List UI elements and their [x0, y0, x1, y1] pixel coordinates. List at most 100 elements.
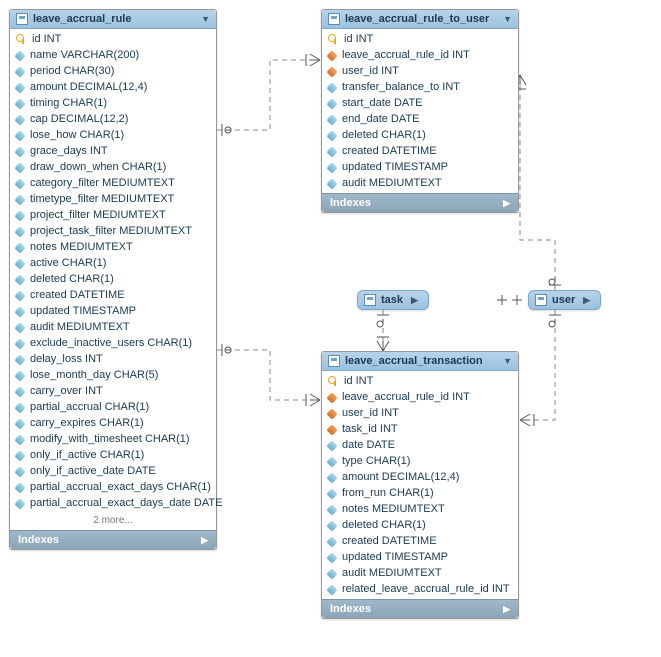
column[interactable]: created DATETIME [10, 287, 216, 303]
collapse-icon[interactable]: ▼ [503, 356, 512, 366]
collapse-icon[interactable]: ▼ [503, 14, 512, 24]
column[interactable]: start_date DATE [322, 95, 518, 111]
column[interactable]: task_id INT [322, 421, 518, 437]
table-title: user [552, 294, 575, 306]
table-title: leave_accrual_rule_to_user [345, 13, 489, 25]
column[interactable]: leave_accrual_rule_id INT [322, 389, 518, 405]
column[interactable]: exclude_inactive_users CHAR(1) [10, 335, 216, 351]
column[interactable]: type CHAR(1) [322, 453, 518, 469]
column[interactable]: updated TIMESTAMP [322, 159, 518, 175]
indexes-section[interactable]: Indexes ▶ [322, 599, 518, 618]
column[interactable]: name VARCHAR(200) [10, 47, 216, 63]
column[interactable]: partial_accrual_exact_days_date DATE [10, 495, 216, 511]
column[interactable]: from_run CHAR(1) [322, 485, 518, 501]
column[interactable]: deleted CHAR(1) [322, 127, 518, 143]
column-text: deleted CHAR(1) [342, 129, 426, 141]
column-text: audit MEDIUMTEXT [30, 321, 130, 333]
column-text: project_filter MEDIUMTEXT [30, 209, 166, 221]
column[interactable]: category_filter MEDIUMTEXT [10, 175, 216, 191]
column-icon [14, 354, 25, 365]
table-icon [328, 13, 340, 25]
column[interactable]: modify_with_timesheet CHAR(1) [10, 431, 216, 447]
column-text: end_date DATE [342, 113, 419, 125]
expand-icon[interactable]: ▶ [411, 295, 418, 306]
column-text: deleted CHAR(1) [342, 519, 426, 531]
column[interactable]: end_date DATE [322, 111, 518, 127]
column-icon [14, 290, 25, 301]
column[interactable]: transfer_balance_to INT [322, 79, 518, 95]
expand-icon: ▶ [201, 535, 208, 546]
column[interactable]: delay_loss INT [10, 351, 216, 367]
column-icon [14, 98, 25, 109]
indexes-section[interactable]: Indexes ▶ [322, 193, 518, 212]
column[interactable]: leave_accrual_rule_id INT [322, 47, 518, 63]
column[interactable]: partial_accrual CHAR(1) [10, 399, 216, 415]
column-text: transfer_balance_to INT [342, 81, 460, 93]
column[interactable]: created DATETIME [322, 143, 518, 159]
column-text: related_leave_accrual_rule_id INT [342, 583, 510, 595]
column-icon [326, 504, 337, 515]
collapse-icon[interactable]: ▼ [201, 14, 210, 24]
column[interactable]: user_id INT [322, 405, 518, 421]
column[interactable]: audit MEDIUMTEXT [322, 175, 518, 191]
column-text: timing CHAR(1) [30, 97, 107, 109]
table-header[interactable]: leave_accrual_rule ▼ [10, 10, 216, 29]
column[interactable]: amount DECIMAL(12,4) [322, 469, 518, 485]
column[interactable]: carry_over INT [10, 383, 216, 399]
column[interactable]: grace_days INT [10, 143, 216, 159]
column[interactable]: updated TIMESTAMP [10, 303, 216, 319]
column[interactable]: user_id INT [322, 63, 518, 79]
column[interactable]: cap DECIMAL(12,2) [10, 111, 216, 127]
table-user[interactable]: user ▶ [528, 290, 601, 310]
column[interactable]: updated TIMESTAMP [322, 549, 518, 565]
column[interactable]: lose_month_day CHAR(5) [10, 367, 216, 383]
column[interactable]: date DATE [322, 437, 518, 453]
foreign-key-icon [326, 424, 337, 435]
foreign-key-icon [326, 50, 337, 61]
column[interactable]: only_if_active_date DATE [10, 463, 216, 479]
column-text: deleted CHAR(1) [30, 273, 114, 285]
column-icon [14, 306, 25, 317]
column-icon [14, 322, 25, 333]
column[interactable]: deleted CHAR(1) [10, 271, 216, 287]
table-header[interactable]: leave_accrual_rule_to_user ▼ [322, 10, 518, 29]
column[interactable]: audit MEDIUMTEXT [10, 319, 216, 335]
column-text: from_run CHAR(1) [342, 487, 434, 499]
column[interactable]: id INT [322, 31, 518, 47]
column[interactable]: project_task_filter MEDIUMTEXT [10, 223, 216, 239]
column[interactable]: active CHAR(1) [10, 255, 216, 271]
column-icon [14, 82, 25, 93]
column[interactable]: only_if_active CHAR(1) [10, 447, 216, 463]
column[interactable]: timetype_filter MEDIUMTEXT [10, 191, 216, 207]
column[interactable]: notes MEDIUMTEXT [10, 239, 216, 255]
column[interactable]: carry_expires CHAR(1) [10, 415, 216, 431]
column[interactable]: related_leave_accrual_rule_id INT [322, 581, 518, 597]
column[interactable]: project_filter MEDIUMTEXT [10, 207, 216, 223]
more-columns[interactable]: 2 more... [10, 513, 216, 530]
column[interactable]: audit MEDIUMTEXT [322, 565, 518, 581]
column[interactable]: lose_how CHAR(1) [10, 127, 216, 143]
table-leave-accrual-rule-to-user[interactable]: leave_accrual_rule_to_user ▼ id INTleave… [321, 9, 519, 213]
column[interactable]: notes MEDIUMTEXT [322, 501, 518, 517]
column-icon [14, 274, 25, 285]
table-task[interactable]: task ▶ [357, 290, 429, 310]
column[interactable]: period CHAR(30) [10, 63, 216, 79]
expand-icon[interactable]: ▶ [583, 295, 590, 306]
column[interactable]: timing CHAR(1) [10, 95, 216, 111]
column[interactable]: deleted CHAR(1) [322, 517, 518, 533]
column[interactable]: amount DECIMAL(12,4) [10, 79, 216, 95]
column-icon [326, 114, 337, 125]
table-header[interactable]: leave_accrual_transaction ▼ [322, 352, 518, 371]
column[interactable]: created DATETIME [322, 533, 518, 549]
column-icon [14, 450, 25, 461]
indexes-section[interactable]: Indexes ▶ [10, 530, 216, 549]
table-leave-accrual-rule[interactable]: leave_accrual_rule ▼ id INTname VARCHAR(… [9, 9, 217, 550]
column[interactable]: id INT [10, 31, 216, 47]
column[interactable]: partial_accrual_exact_days CHAR(1) [10, 479, 216, 495]
column-icon [14, 434, 25, 445]
column-text: notes MEDIUMTEXT [30, 241, 133, 253]
table-leave-accrual-transaction[interactable]: leave_accrual_transaction ▼ id INTleave_… [321, 351, 519, 619]
column[interactable]: id INT [322, 373, 518, 389]
column-icon [14, 162, 25, 173]
column[interactable]: draw_down_when CHAR(1) [10, 159, 216, 175]
